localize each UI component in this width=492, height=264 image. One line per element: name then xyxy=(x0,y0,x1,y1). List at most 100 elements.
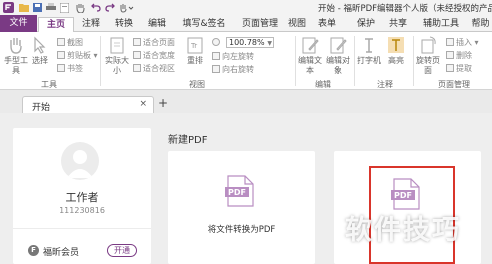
tab-convert[interactable]: 转换 xyxy=(110,17,138,32)
actual-size-icon xyxy=(110,37,124,54)
document-tab-bar: 开始 × + xyxy=(0,91,492,113)
tools-group-label: 工具 xyxy=(41,80,57,89)
tab-share[interactable]: 共享 xyxy=(385,17,411,32)
tab-protect[interactable]: 保护 xyxy=(353,17,379,32)
hand-tool-icon xyxy=(10,38,22,54)
edit-text-label: 编辑文本 xyxy=(298,56,322,75)
edit-object-icon xyxy=(330,37,347,54)
highlight-icon xyxy=(388,37,404,53)
fit-visible-icon xyxy=(133,64,141,72)
watermark-text: 软件技巧 xyxy=(345,215,461,246)
bookmark-icon xyxy=(57,64,65,72)
fit-width-icon xyxy=(133,51,141,59)
bookmark-button[interactable]: 书签 xyxy=(57,63,83,74)
tab-view[interactable]: 视图 xyxy=(286,17,308,32)
print-icon[interactable] xyxy=(45,2,56,13)
delete-button[interactable]: 删除 xyxy=(446,50,472,61)
tab-fill-sign[interactable]: 填写&签名 xyxy=(176,17,232,32)
clipboard-button[interactable]: 剪贴板 ▾ xyxy=(57,50,98,61)
delete-icon xyxy=(446,51,454,59)
insert-icon xyxy=(446,38,454,46)
actual-size-button[interactable]: 实际大小 xyxy=(104,35,130,76)
undo-icon[interactable] xyxy=(90,2,101,13)
rotate-page-icon xyxy=(421,36,436,54)
fit-page-button[interactable]: 适合页面 xyxy=(133,37,175,48)
hand-small-icon[interactable] xyxy=(75,2,86,13)
view-group-label: 视图 xyxy=(189,80,205,89)
user-avatar-icon xyxy=(67,150,93,178)
avatar[interactable] xyxy=(61,142,99,180)
screenshot-button[interactable]: 截图 xyxy=(57,37,83,48)
tab-start[interactable]: 开始 × xyxy=(22,96,154,113)
ribbon-toolbar: 手型工具 选择 截图 剪贴板 ▾ 书签 工具 实际大小 适合页面 适合宽度 适合… xyxy=(0,32,492,90)
chevron-down-icon: ▼ xyxy=(267,40,272,47)
save-icon[interactable] xyxy=(32,2,43,13)
user-id: 111230816 xyxy=(59,206,105,215)
tab-home[interactable]: 主页 xyxy=(38,17,74,33)
screenshot-icon xyxy=(57,38,65,46)
user-card: 工作者 111230816 F 福昕会员 开通 xyxy=(13,128,151,264)
edit-object-label: 编辑对象 xyxy=(326,56,350,75)
ribbon-separator xyxy=(413,36,414,86)
rotate-left-icon xyxy=(212,52,220,60)
user-name: 工作者 xyxy=(65,191,99,204)
svg-text:Tr: Tr xyxy=(190,42,197,50)
pdf-file-icon: PDF xyxy=(225,175,254,207)
rotate-page-label: 旋转页面 xyxy=(416,56,440,75)
clipboard-icon xyxy=(57,51,65,59)
new-doc-icon[interactable] xyxy=(59,2,70,13)
customize-toolbar-icon[interactable] xyxy=(119,2,135,13)
extract-button[interactable]: 提取 xyxy=(446,63,472,74)
rotate-right-icon xyxy=(212,65,220,73)
edit-text-icon xyxy=(302,37,319,54)
fit-page-icon xyxy=(133,38,141,46)
fit-width-button[interactable]: 适合宽度 xyxy=(133,50,175,61)
insert-button[interactable]: 插入 ▾ xyxy=(446,37,479,48)
tab-accessibility[interactable]: 辅助工具 xyxy=(418,17,464,32)
reflow-button[interactable]: Tr 重排 xyxy=(183,35,207,66)
tab-start-label: 开始 xyxy=(32,103,51,113)
convert-to-pdf-card[interactable]: PDF 将文件转换为PDF xyxy=(168,151,315,264)
edit-object-button[interactable]: 编辑对象 xyxy=(325,35,351,76)
typewriter-label: 打字机 xyxy=(357,56,381,65)
tab-help[interactable]: 帮助 xyxy=(469,17,492,32)
select-button[interactable]: 选择 xyxy=(27,35,53,66)
close-icon[interactable]: × xyxy=(139,99,147,109)
member-label: 福昕会员 xyxy=(43,248,80,258)
title-bar: 开始 - 福昕PDF编辑器个人版（未经授权的产品 xyxy=(0,0,492,15)
comment-group-label: 注释 xyxy=(377,80,393,89)
open-membership-button[interactable]: 开通 xyxy=(107,244,137,257)
tab-edit[interactable]: 编辑 xyxy=(142,17,172,32)
ribbon-separator xyxy=(100,36,101,86)
rotate-left-button[interactable]: 向左旋转 xyxy=(212,51,254,62)
window-title: 开始 - 福昕PDF编辑器个人版（未经授权的产品 xyxy=(318,4,492,14)
select-label: 选择 xyxy=(32,56,48,65)
rotate-right-button[interactable]: 向右旋转 xyxy=(212,64,254,75)
open-file-icon[interactable] xyxy=(18,2,29,13)
tab-page-management[interactable]: 页面管理 xyxy=(236,17,284,32)
hand-tool-label: 手型工具 xyxy=(4,56,28,75)
select-cursor-icon xyxy=(34,36,46,54)
typewriter-button[interactable]: 打字机 xyxy=(356,35,382,66)
reflow-label: 重排 xyxy=(187,56,203,65)
redo-icon[interactable] xyxy=(104,2,115,13)
edit-text-button[interactable]: 编辑文本 xyxy=(297,35,323,76)
rotate-page-button[interactable]: 旋转页面 xyxy=(415,35,441,76)
tab-file[interactable]: 文件 xyxy=(0,15,37,32)
fit-visible-button[interactable]: 适合视区 xyxy=(133,63,175,74)
new-pdf-title: 新建PDF xyxy=(168,135,208,146)
reflow-icon: Tr xyxy=(187,37,203,54)
typewriter-icon xyxy=(365,38,373,53)
ribbon-tab-bar: 文件 主页 注释 转换 编辑 填写&签名 页面管理 视图 表单 保护 共享 辅助… xyxy=(0,15,492,33)
highlight-button[interactable]: 高亮 xyxy=(383,35,409,66)
zoom-icon[interactable] xyxy=(212,37,222,48)
divider xyxy=(13,228,151,229)
tab-form[interactable]: 表单 xyxy=(315,17,339,32)
ribbon-separator xyxy=(295,36,296,86)
add-tab-button[interactable]: + xyxy=(158,96,168,110)
foxit-member-icon: F xyxy=(28,245,39,256)
pdf-icon-label: PDF xyxy=(228,188,246,197)
hand-tool-button[interactable]: 手型工具 xyxy=(3,35,29,76)
zoom-input[interactable]: 100.78% ▼ xyxy=(226,37,274,48)
tab-comment[interactable]: 注释 xyxy=(76,17,106,32)
